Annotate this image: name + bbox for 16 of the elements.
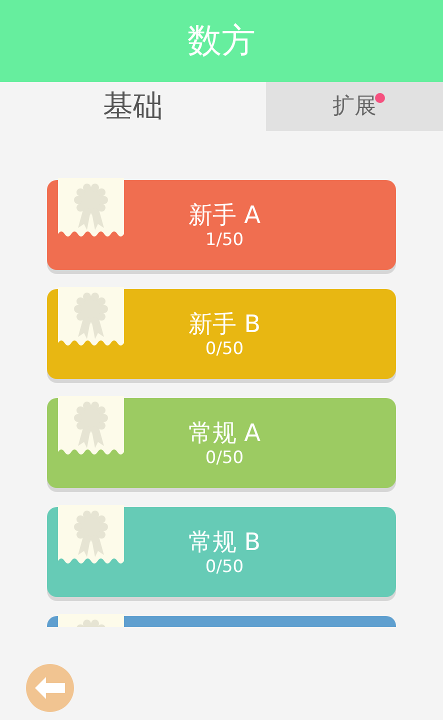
level-name: 常规 B <box>187 527 261 557</box>
tab[interactable]: 扩展 <box>266 82 443 131</box>
left-arrow-icon <box>35 676 65 698</box>
level-card[interactable]: 新手 B 0/50 <box>47 289 396 379</box>
level-card[interactable]: 常规 A 0/50 <box>47 398 396 488</box>
level-card[interactable]: 新手 A 1/50 <box>47 180 396 270</box>
app-title: 数方 <box>188 20 256 62</box>
level-name: 常规 A <box>187 418 261 448</box>
back-button[interactable] <box>26 664 74 712</box>
level-progress: 0/50 <box>204 557 244 577</box>
level-name: 新手 A <box>187 200 261 230</box>
level-card[interactable]: 常规 B 0/50 <box>47 507 396 597</box>
level-progress: 0/50 <box>204 448 244 468</box>
level-name: 新手 B <box>187 309 261 339</box>
level-progress: 0/50 <box>204 339 244 359</box>
level-progress: 1/50 <box>204 230 244 250</box>
